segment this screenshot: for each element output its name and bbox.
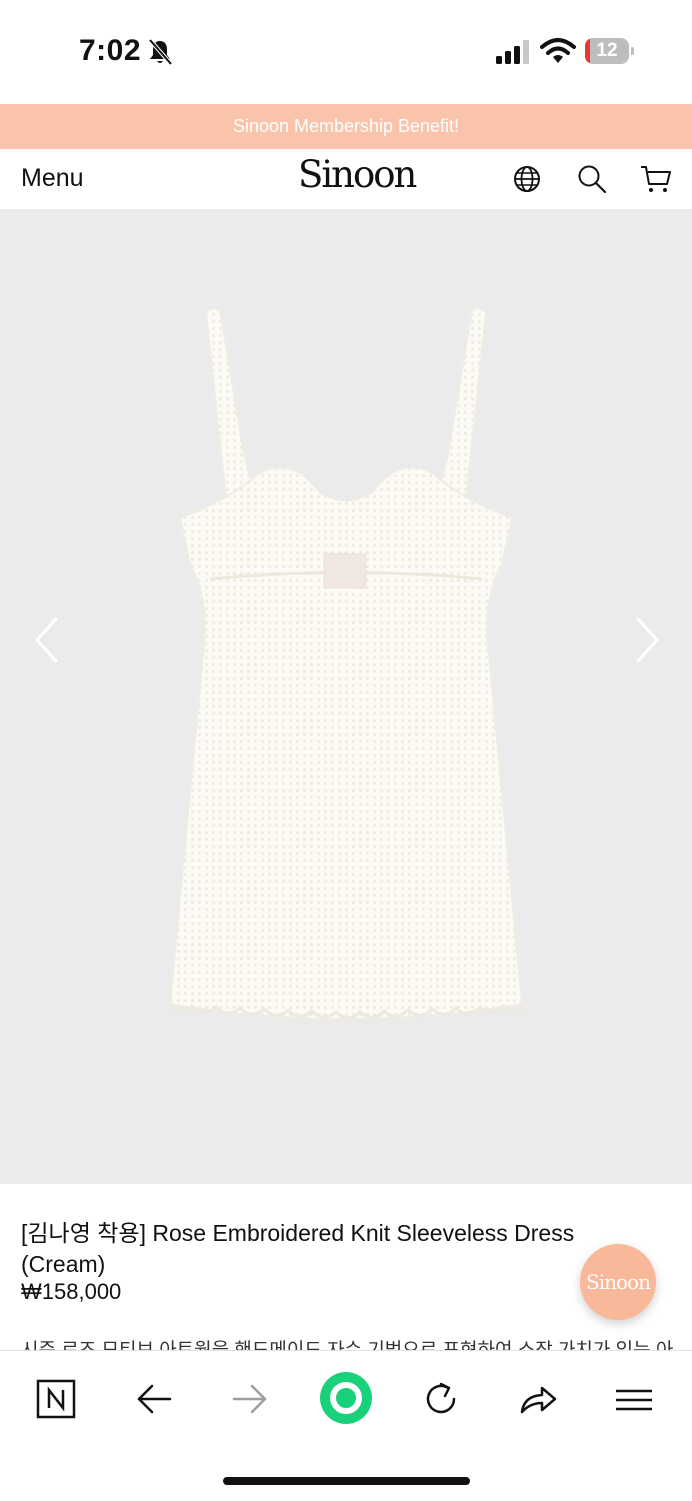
bell-slash-icon [148,38,173,66]
reload-icon[interactable] [421,1379,461,1419]
battery-level: 12 [596,40,618,61]
chevron-left-icon[interactable] [32,615,62,665]
product-description: 시즌 로즈 모티브 아트웍을 핸드메이드 자수 기법으로 표현하여 소장 가치가… [21,1336,681,1350]
product-image-dress[interactable] [140,304,552,1030]
status-bar: 7:02 12 [0,0,692,104]
site-logo[interactable]: Sinoon [298,153,417,196]
site-header: Menu Sinoon [0,149,692,209]
back-arrow-icon[interactable] [134,1379,174,1419]
cellular-signal-icon [496,40,529,64]
share-icon[interactable] [518,1379,558,1419]
green-dot-icon[interactable] [319,1371,373,1425]
cart-icon[interactable] [640,163,672,195]
product-title: [김나영 착용] Rose Embroidered Knit Sleeveles… [21,1220,575,1277]
product-image-gallery[interactable] [0,209,692,1184]
membership-banner[interactable]: Sinoon Membership Benefit! [0,104,692,149]
naver-n-icon[interactable] [36,1379,76,1419]
product-price: ₩158,000 [21,1279,122,1304]
battery-icon: 12 [585,38,635,64]
search-icon[interactable] [576,163,608,195]
menu-button[interactable]: Menu [21,164,84,193]
home-indicator [223,1477,470,1485]
globe-icon[interactable] [511,163,543,195]
forward-arrow-icon[interactable] [230,1379,270,1419]
floating-sinoon-button[interactable]: Sinoon [580,1244,656,1320]
hamburger-menu-icon[interactable] [614,1379,654,1419]
chevron-right-icon[interactable] [632,615,662,665]
wifi-icon [540,38,576,63]
status-time: 7:02 [79,34,142,67]
